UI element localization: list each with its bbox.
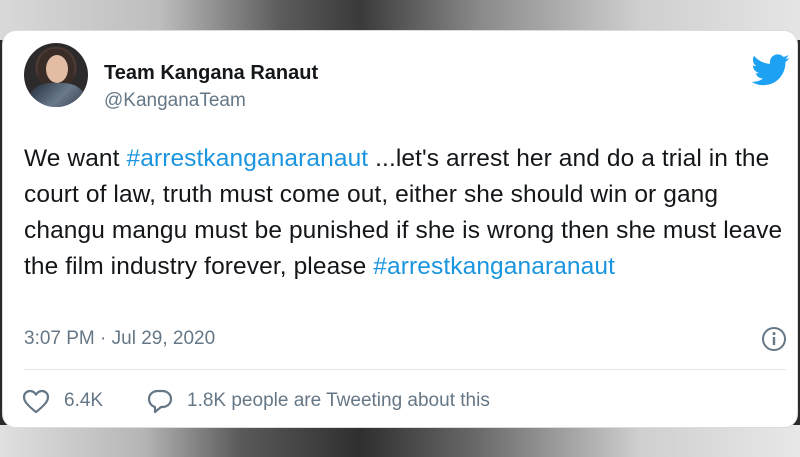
avatar-face — [46, 55, 68, 83]
like-count[interactable]: 6.4K — [64, 390, 103, 412]
background-bottom — [0, 425, 800, 457]
tweet-text: We want #arrestkanganaranaut ...let's ar… — [24, 141, 794, 285]
hashtag-link[interactable]: #arrestkanganaranaut — [373, 253, 615, 280]
twitter-bird-icon[interactable] — [752, 54, 790, 86]
avatar-body — [30, 83, 84, 107]
divider — [24, 369, 786, 370]
hashtag-link[interactable]: #arrestkanganaranaut — [126, 145, 368, 172]
speech-bubble-icon[interactable] — [146, 388, 174, 414]
heart-icon[interactable] — [22, 389, 50, 415]
author-handle[interactable]: @KanganaTeam — [104, 90, 246, 112]
people-tweeting-link[interactable]: 1.8K people are Tweeting about this — [187, 390, 490, 412]
avatar[interactable] — [24, 43, 88, 107]
tweet-timestamp[interactable]: 3:07 PM · Jul 29, 2020 — [24, 328, 215, 350]
info-icon[interactable] — [761, 326, 787, 352]
author-name[interactable]: Team Kangana Ranaut — [104, 62, 318, 85]
tweet-text-part: We want — [24, 145, 127, 172]
